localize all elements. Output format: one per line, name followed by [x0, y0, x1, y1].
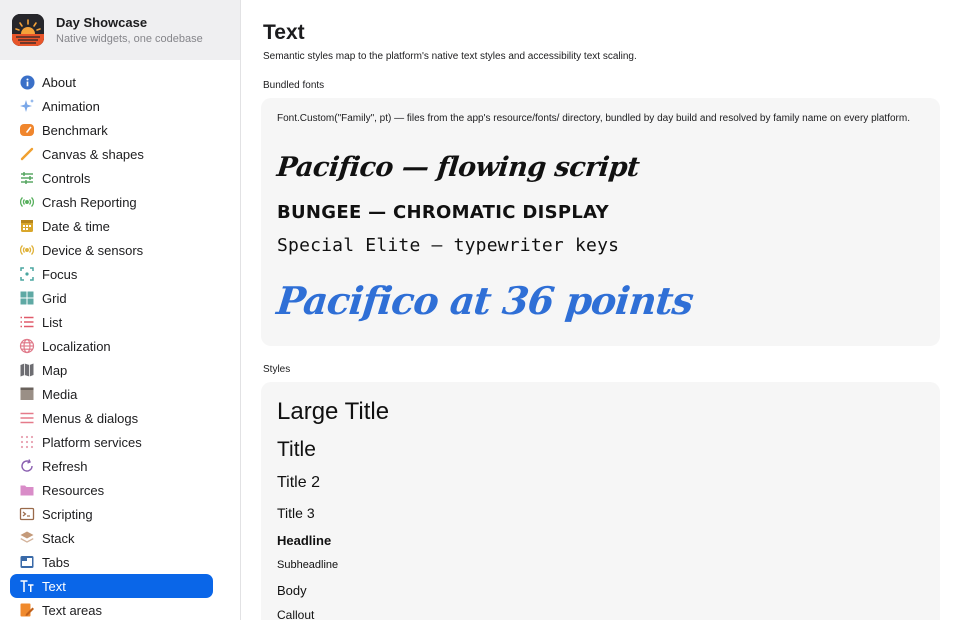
sidebar-header: Day Showcase Native widgets, one codebas…: [0, 0, 240, 60]
sidebar-item-label: Platform services: [42, 434, 142, 450]
sidebar-item-label: Controls: [42, 170, 91, 186]
main-content: Text Semantic styles map to the platform…: [241, 0, 960, 620]
page-title: Text: [263, 21, 305, 44]
sidebar-item-crash-reporting[interactable]: Crash Reporting: [10, 190, 213, 214]
text-size-icon: [19, 578, 35, 594]
style-body: Body: [277, 583, 307, 598]
app-window: Day Showcase Native widgets, one codebas…: [0, 0, 960, 620]
film-icon: [19, 386, 35, 402]
sidebar-item-label: Canvas & shapes: [42, 146, 144, 162]
sidebar-item-tabs[interactable]: Tabs: [10, 550, 213, 574]
sidebar-item-label: Animation: [42, 98, 100, 114]
sidebar-item-label: Device & sensors: [42, 242, 144, 258]
sidebar-item-label: Scripting: [42, 506, 93, 522]
style-callout: Callout: [277, 608, 315, 620]
sidebar-item-label: About: [42, 74, 76, 90]
styles-label: Styles: [263, 364, 291, 375]
styles-card: Large Title Title Title 2 Title 3 Headli…: [261, 382, 940, 620]
dots-grid-icon: [19, 434, 35, 450]
sidebar-item-platform-services[interactable]: Platform services: [10, 430, 213, 454]
sidebar-item-label: Focus: [42, 266, 78, 282]
edit-icon: [19, 602, 35, 618]
info-icon: [19, 74, 35, 90]
font-sample-special-elite: Special Elite — typewriter keys: [277, 235, 620, 256]
font-sample-pacifico: Pacifico — flowing script: [275, 152, 641, 183]
sidebar-item-label: Refresh: [42, 458, 88, 474]
calendar-icon: [19, 218, 35, 234]
sidebar-item-animation[interactable]: Animation: [10, 94, 213, 118]
sidebar-item-map[interactable]: Map: [10, 358, 213, 382]
sidebar-item-scripting[interactable]: Scripting: [10, 502, 213, 526]
sidebar-item-label: Stack: [42, 530, 75, 546]
sidebar-item-controls[interactable]: Controls: [10, 166, 213, 190]
sidebar-item-label: Menus & dialogs: [42, 410, 139, 426]
sidebar-item-text[interactable]: Text: [10, 574, 213, 598]
tabs-icon: [19, 554, 35, 570]
sidebar-item-list[interactable]: List: [10, 310, 213, 334]
sidebar-item-stack[interactable]: Stack: [10, 526, 213, 550]
paintbrush-icon: [19, 146, 35, 162]
sidebar-item-grid[interactable]: Grid: [10, 286, 213, 310]
app-subtitle: Native widgets, one codebase: [56, 32, 203, 45]
sidebar-item-focus[interactable]: Focus: [10, 262, 213, 286]
sidebar-item-label: Crash Reporting: [42, 194, 137, 210]
font-sample-pacifico-36pt: Pacifico at 36 points: [274, 278, 696, 323]
style-large-title: Large Title: [277, 398, 390, 425]
sidebar-item-label: List: [42, 314, 63, 330]
terminal-icon: [19, 506, 35, 522]
font-sample-bungee: Bungee — chromatic display: [277, 202, 609, 223]
sliders-icon: [19, 170, 35, 186]
stack-icon: [19, 530, 35, 546]
broadcast-icon: [19, 194, 35, 210]
refresh-icon: [19, 458, 35, 474]
sidebar-item-canvas-and-shapes[interactable]: Canvas & shapes: [10, 142, 213, 166]
bundled-fonts-label: Bundled fonts: [263, 80, 325, 91]
sidebar-item-about[interactable]: About: [10, 70, 213, 94]
sidebar-item-label: Resources: [42, 482, 105, 498]
page-subtitle: Semantic styles map to the platform's na…: [263, 51, 637, 62]
map-icon: [19, 362, 35, 378]
sidebar: Day Showcase Native widgets, one codebas…: [0, 0, 241, 620]
sidebar-item-text-areas[interactable]: Text areas: [10, 598, 213, 620]
sidebar-item-label: Tabs: [42, 554, 70, 570]
sidebar-item-label: Media: [42, 386, 78, 402]
sidebar-item-label: Localization: [42, 338, 111, 354]
style-subheadline: Subheadline: [277, 559, 339, 571]
sidebar-item-menus-and-dialogs[interactable]: Menus & dialogs: [10, 406, 213, 430]
list-icon: [19, 314, 35, 330]
sensor-icon: [19, 242, 35, 258]
app-logo-icon: [12, 14, 44, 46]
sidebar-item-media[interactable]: Media: [10, 382, 213, 406]
app-name: Day Showcase: [56, 14, 148, 30]
sidebar-item-date-and-time[interactable]: Date & time: [10, 214, 213, 238]
sidebar-item-resources[interactable]: Resources: [10, 478, 213, 502]
sidebar-item-label: Map: [42, 362, 68, 378]
sidebar-item-label: Benchmark: [42, 122, 108, 138]
sidebar-item-label: Grid: [42, 290, 67, 306]
sidebar-item-localization[interactable]: Localization: [10, 334, 213, 358]
style-title-2: Title 2: [277, 474, 320, 491]
sidebar-item-refresh[interactable]: Refresh: [10, 454, 213, 478]
bundled-fonts-description: Font.Custom("Family", pt) — files from t…: [277, 113, 910, 124]
globe-icon: [19, 338, 35, 354]
sidebar-item-device-and-sensors[interactable]: Device & sensors: [10, 238, 213, 262]
grid-icon: [19, 290, 35, 306]
style-headline: Headline: [277, 533, 332, 548]
folder-icon: [19, 482, 35, 498]
sidebar-item-label: Text: [42, 578, 66, 594]
focus-icon: [19, 266, 35, 282]
speedometer-icon: [19, 122, 35, 138]
sparkles-icon: [19, 98, 35, 114]
bundled-fonts-card: Font.Custom("Family", pt) — files from t…: [261, 98, 940, 346]
style-title-3: Title 3: [277, 505, 315, 521]
sidebar-item-label: Text areas: [42, 602, 102, 618]
sidebar-nav: About Animation Benchmark Canvas & shapes Co…: [10, 70, 213, 620]
style-title: Title: [277, 438, 316, 461]
menu-lines-icon: [19, 410, 35, 426]
sidebar-item-label: Date & time: [42, 218, 110, 234]
sidebar-item-benchmark[interactable]: Benchmark: [10, 118, 213, 142]
